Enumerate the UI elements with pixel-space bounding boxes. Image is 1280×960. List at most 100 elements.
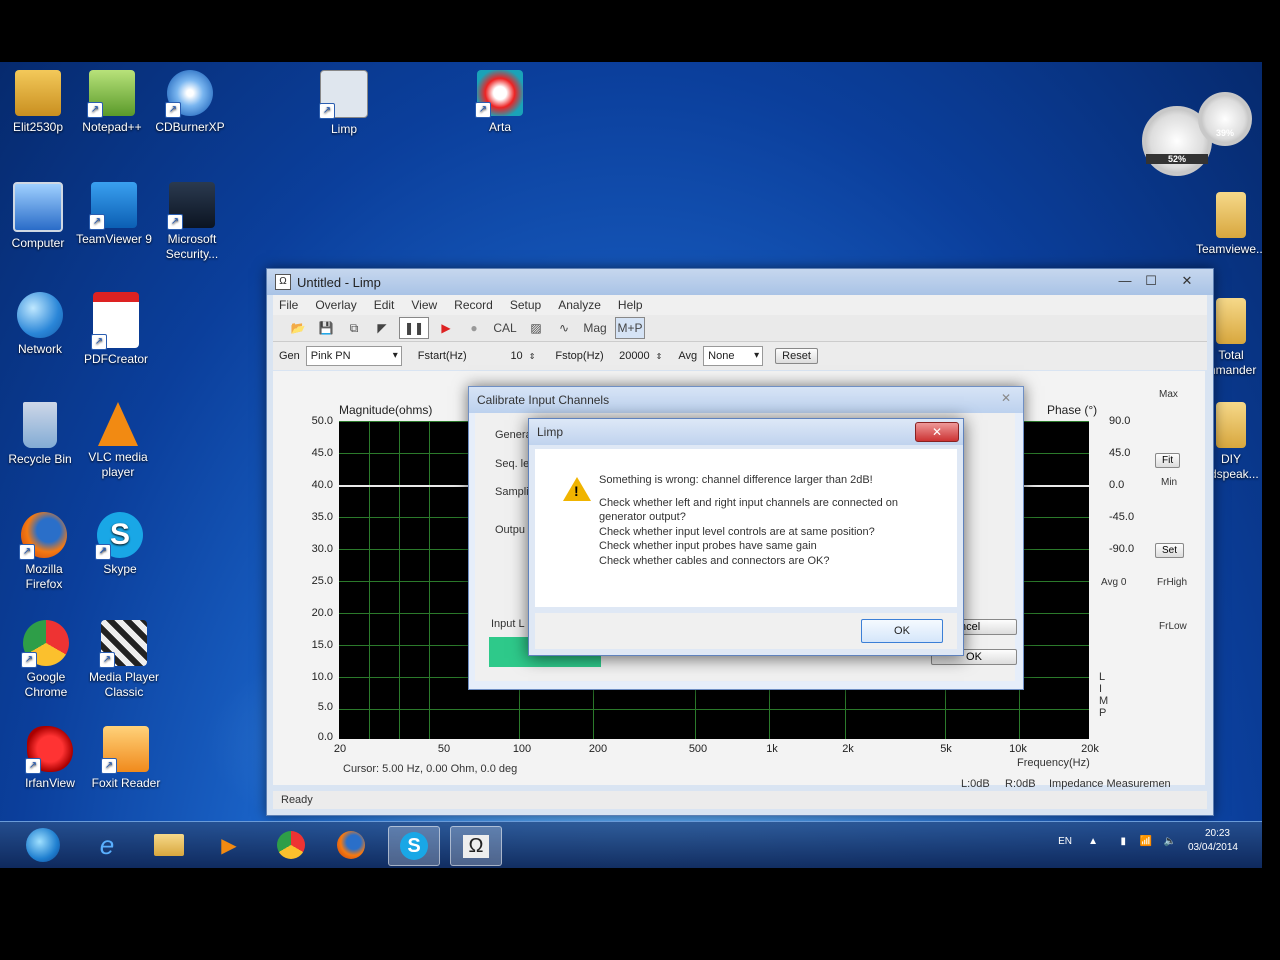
menu-view[interactable]: View — [411, 298, 437, 312]
desktop-icon-vlc[interactable]: VLC media player — [80, 402, 156, 480]
clock-date[interactable]: 03/04/2014 — [1188, 842, 1238, 853]
cal-seq-label: Seq. le — [495, 458, 530, 470]
y-tick-40: 40.0 — [311, 479, 333, 491]
taskbar-skype[interactable]: S — [388, 826, 440, 866]
taskbar-media[interactable]: ▶ — [204, 826, 254, 864]
minimize-button[interactable]: — — [1113, 272, 1137, 290]
status-left-level: L:0dB — [961, 778, 990, 790]
grid-hatch-icon[interactable]: ▨ — [525, 318, 547, 338]
stop-record-icon[interactable]: ● — [463, 318, 485, 338]
fstop-value[interactable]: 20000 — [610, 350, 650, 362]
generator-select[interactable]: Pink PN — [305, 346, 402, 366]
close-button[interactable]: ✕ — [1175, 272, 1199, 290]
calibrate-dialog-title[interactable]: Calibrate Input Channels — [469, 387, 1023, 413]
taskbar-ie[interactable]: e — [82, 826, 132, 864]
desktop-icon-notepadpp[interactable]: ↗ Notepad++ — [74, 70, 150, 135]
ok-button[interactable]: OK — [861, 619, 943, 643]
desktop-icon-microsoft-security[interactable]: ↗ Microsoft Security... — [154, 182, 230, 262]
fstart-spinner-icon[interactable]: ⇕ — [529, 352, 536, 361]
cal-output-label: Outpu — [495, 524, 525, 536]
x-tick-500: 500 — [688, 743, 708, 755]
desktop-icon-teamviewer[interactable]: ↗ TeamViewer 9 — [76, 182, 152, 247]
calibrate-button[interactable]: CAL — [491, 318, 519, 338]
message-box-title[interactable]: Limp — [529, 419, 963, 445]
show-hidden-icons-icon[interactable]: ▲ — [1088, 836, 1098, 847]
reset-button[interactable]: Reset — [775, 348, 818, 364]
cursor-arrow-icon[interactable]: ◤ — [371, 318, 393, 338]
desktop-icon-network[interactable]: Network — [2, 292, 78, 357]
desktop-icon-firefox[interactable]: ↗ Mozilla Firefox — [6, 512, 82, 592]
window-titlebar[interactable]: Ω Untitled - Limp — ☐ ✕ — [267, 269, 1213, 295]
gen-label: Gen — [279, 350, 300, 362]
taskbar-chrome[interactable] — [266, 826, 316, 864]
volume-icon[interactable]: 🔈 — [1164, 836, 1176, 847]
windows-orb-icon — [26, 828, 60, 862]
calibrate-close-icon[interactable]: ✕ — [1001, 391, 1011, 405]
menu-setup[interactable]: Setup — [510, 298, 541, 312]
mag-phase-button[interactable]: M+P — [615, 317, 645, 339]
desktop-icon-arta[interactable]: ↗ Arta — [462, 70, 538, 135]
omega-app-icon: Ω — [462, 834, 490, 858]
status-bar: Ready L:0dB R:0dB Impedance Measuremen — [273, 778, 1207, 809]
warning-icon: ! — [563, 477, 591, 501]
taskbar-explorer[interactable] — [144, 826, 194, 864]
play-record-icon[interactable]: ▶ — [435, 318, 457, 338]
y-tick-10: 10.0 — [311, 671, 333, 683]
taskbar-limp[interactable]: Ω — [450, 826, 502, 866]
media-player-icon: ▶ — [221, 834, 237, 857]
desktop-icon-cdburnerxp[interactable]: ↗ CDBurnerXP — [152, 70, 228, 135]
x-tick-10k: 10k — [1009, 743, 1027, 755]
desktop-icon-irfanview[interactable]: ↗ IrfanView — [12, 726, 88, 791]
pause-button[interactable]: ❚❚ — [399, 317, 429, 339]
taskbar: e ▶ S Ω EN ▲ ▮ 📶 🔈 20:23 03/04/2014 — [0, 821, 1262, 868]
message-close-button[interactable]: ✕ — [915, 422, 959, 442]
desktop-icon-recycle-bin[interactable]: Recycle Bin — [2, 402, 78, 467]
message-footer: OK — [535, 613, 957, 649]
message-body: ! Something is wrong: channel difference… — [535, 449, 957, 607]
x-tick-5k: 5k — [940, 743, 952, 755]
desktop-icon-foxit[interactable]: ↗ Foxit Reader — [88, 726, 164, 791]
message-line-1: Something is wrong: channel difference l… — [599, 474, 873, 486]
battery-icon[interactable]: ▮ — [1120, 836, 1126, 847]
desktop-icon-mpc[interactable]: ↗ Media Player Classic — [86, 620, 162, 700]
signal-icon[interactable]: 📶 — [1140, 836, 1152, 847]
x-tick-200: 200 — [588, 743, 608, 755]
desktop-icon-teamviewer-folder[interactable]: Teamviewe... — [1196, 192, 1262, 257]
menu-record[interactable]: Record — [454, 298, 493, 312]
desktop-icon-limp[interactable]: ↗ Limp — [306, 70, 382, 137]
desktop-icon-elit2530p[interactable]: Elit2530p — [0, 70, 76, 135]
disc-icon: ↗ — [165, 70, 213, 118]
clapperboard-icon: ↗ — [99, 620, 147, 668]
desktop-icon-pdfcreator[interactable]: ↗ PDFCreator — [78, 292, 154, 367]
menu-file[interactable]: File — [279, 298, 298, 312]
fstart-value[interactable]: 10 — [473, 350, 522, 362]
save-disk-icon[interactable]: 💾 — [315, 318, 337, 338]
menu-overlay[interactable]: Overlay — [315, 298, 356, 312]
menu-edit[interactable]: Edit — [374, 298, 395, 312]
waveform-icon[interactable]: ∿ — [553, 318, 575, 338]
language-indicator[interactable]: EN — [1058, 836, 1072, 847]
cursor-readout: Cursor: 5.00 Hz, 0.00 Ohm, 0.0 deg — [343, 763, 518, 775]
desktop-icon-chrome[interactable]: ↗ Google Chrome — [8, 620, 84, 700]
clock-time[interactable]: 20:23 — [1205, 828, 1230, 839]
set-button[interactable]: Set — [1155, 543, 1185, 558]
fstop-spinner-icon[interactable]: ⇕ — [656, 352, 663, 361]
start-button[interactable] — [18, 826, 68, 864]
copy-icon[interactable]: ⧉ — [343, 318, 365, 338]
avg-select[interactable]: None — [703, 346, 764, 366]
message-line-3: Check whether input level controls are a… — [599, 525, 875, 538]
desktop-icon-skype[interactable]: S ↗ Skype — [82, 512, 158, 577]
magnitude-button[interactable]: Mag — [581, 318, 609, 338]
x-axis-title: Frequency(Hz) — [1017, 757, 1090, 769]
message-text: Something is wrong: channel difference l… — [599, 473, 939, 568]
status-mode: Impedance Measuremen — [1049, 778, 1171, 790]
fit-button[interactable]: Fit — [1155, 453, 1181, 468]
x-tick-20: 20 — [333, 743, 347, 755]
menu-help[interactable]: Help — [618, 298, 643, 312]
folder-icon — [1216, 298, 1246, 344]
open-folder-icon[interactable]: 📂 — [287, 318, 309, 338]
menu-analyze[interactable]: Analyze — [558, 298, 601, 312]
maximize-button[interactable]: ☐ — [1139, 272, 1163, 290]
taskbar-firefox[interactable] — [326, 826, 376, 864]
desktop-icon-computer[interactable]: Computer — [0, 182, 76, 251]
